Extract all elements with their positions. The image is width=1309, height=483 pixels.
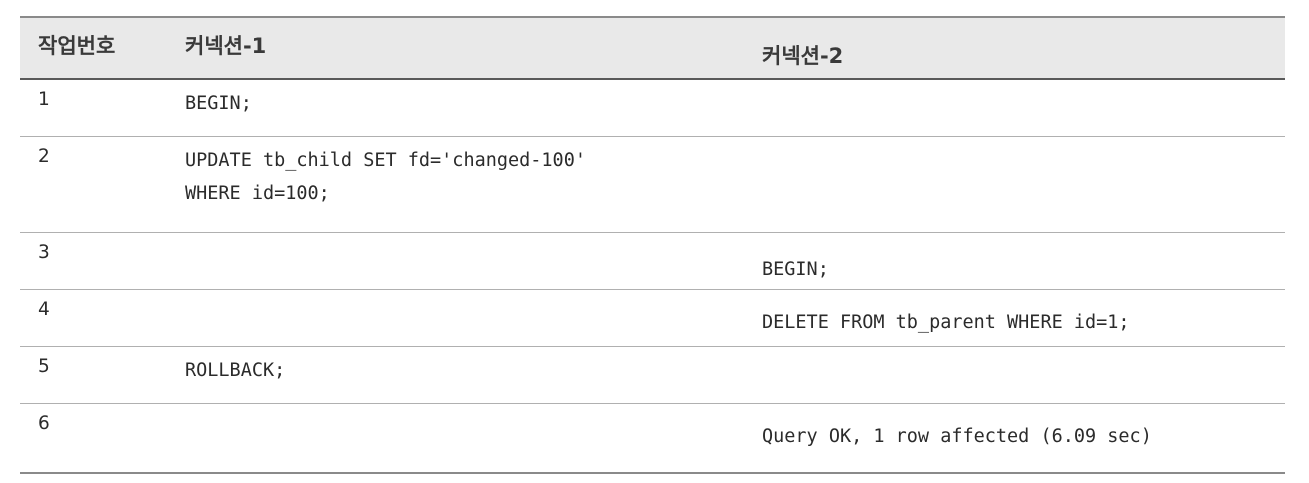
step-number: 4 (38, 299, 50, 320)
table-row: 1 BEGIN; (20, 80, 1285, 137)
table-row: 2 UPDATE tb_child SET fd='changed-100' W… (20, 137, 1285, 233)
step-number: 2 (38, 146, 50, 167)
header-step: 작업번호 (38, 34, 116, 58)
table-row: 4 DELETE FROM tb_parent WHERE id=1; (20, 290, 1285, 347)
transaction-table: 작업번호 커넥션-1 커넥션-2 1 BEGIN; 2 UPDATE tb_ch… (20, 16, 1285, 474)
header-connection-2: 커넥션-2 (762, 44, 844, 68)
step-number: 1 (38, 89, 50, 110)
step-number: 6 (38, 413, 50, 434)
sql-line: WHERE id=100; (185, 183, 330, 204)
table-row: 5 ROLLBACK; (20, 347, 1285, 404)
connection-1-sql: ROLLBACK; (185, 360, 286, 381)
table-header: 작업번호 커넥션-1 커넥션-2 (20, 16, 1285, 80)
connection-2-sql: DELETE FROM tb_parent WHERE id=1; (762, 312, 1130, 333)
header-connection-1: 커넥션-1 (185, 34, 267, 58)
connection-1-sql: BEGIN; (185, 93, 252, 114)
sql-line: UPDATE tb_child SET fd='changed-100' (185, 150, 586, 171)
connection-1-sql: UPDATE tb_child SET fd='changed-100' WHE… (185, 144, 586, 210)
step-number: 5 (38, 356, 50, 377)
table-row: 6 Query OK, 1 row affected (6.09 sec) (20, 404, 1285, 474)
connection-2-sql: Query OK, 1 row affected (6.09 sec) (762, 426, 1152, 447)
table-row: 3 BEGIN; (20, 233, 1285, 290)
connection-2-sql: BEGIN; (762, 259, 829, 280)
step-number: 3 (38, 242, 50, 263)
